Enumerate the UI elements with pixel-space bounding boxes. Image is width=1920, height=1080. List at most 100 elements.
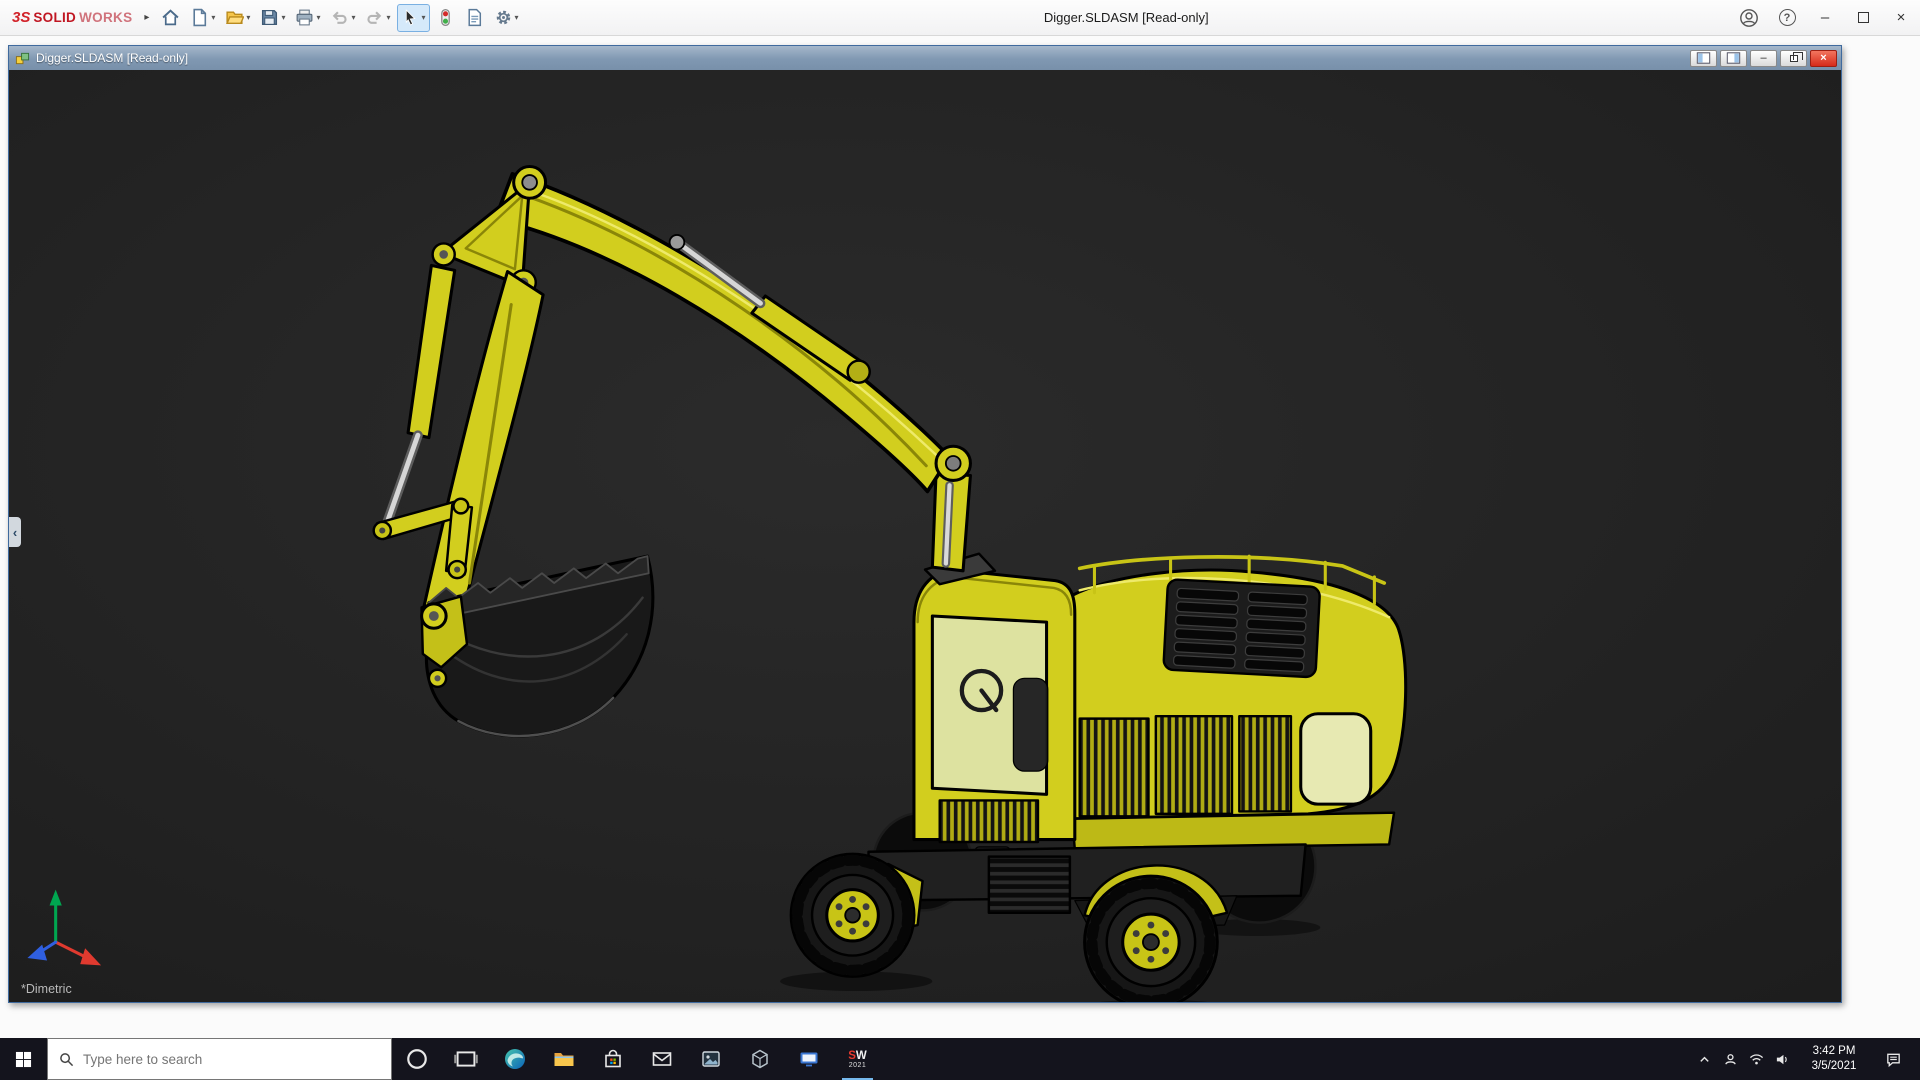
document-minimize-button[interactable]: – xyxy=(1750,49,1777,67)
window-title: Digger.SLDASM [Read-only] xyxy=(1043,10,1209,25)
redo-icon xyxy=(367,11,382,24)
view-orientation-label: *Dimetric xyxy=(21,982,72,996)
file-properties-button[interactable] xyxy=(461,4,488,32)
photos-icon xyxy=(701,1051,720,1067)
maximize-button[interactable] xyxy=(1844,0,1882,36)
windows-taskbar: SW 2021 3:42 PM 3/5/2021 xyxy=(0,1038,1920,1080)
solidworks-taskbar-icon: SW xyxy=(848,1049,867,1062)
clock-time: 3:42 PM xyxy=(1812,1045,1856,1058)
brand-name-works: WORKS xyxy=(79,10,133,25)
movies-tv-icon xyxy=(800,1052,817,1067)
document-restore-button[interactable] xyxy=(1780,49,1807,67)
dropdown-arrow[interactable]: ▾ xyxy=(515,13,519,22)
rear-window xyxy=(1299,712,1373,806)
document-close-button[interactable]: × xyxy=(1810,49,1837,67)
dropdown-arrow[interactable]: ▾ xyxy=(281,13,285,22)
app-titlebar: 3S SOLID WORKS ▸ ▾ ▾ ▾ ▾ ▾ ▾ ▾ ▾ Digger.… xyxy=(0,0,1920,36)
quick-access-toolbar: ▾ ▾ ▾ ▾ ▾ ▾ ▾ ▾ xyxy=(157,3,523,32)
select-cursor-icon xyxy=(405,9,416,26)
select-tool-button[interactable]: ▾ xyxy=(396,3,430,32)
document-title: Digger.SLDASM [Read-only] xyxy=(36,51,189,65)
3d-viewer-icon xyxy=(751,1049,768,1069)
clock-date: 3/5/2021 xyxy=(1811,1060,1857,1072)
mail-icon xyxy=(652,1052,671,1066)
home-button[interactable] xyxy=(157,4,184,32)
new-document-button[interactable]: ▾ xyxy=(186,4,219,32)
taskbar-item-mail[interactable] xyxy=(637,1038,686,1080)
rear-wheel[interactable] xyxy=(1083,874,1219,1002)
speaker-icon xyxy=(1776,1054,1787,1064)
taskbar-clock[interactable]: 3:42 PM 3/5/2021 xyxy=(1795,1044,1873,1074)
split-view-right-icon xyxy=(1726,52,1741,64)
rebuild-traffic-light-icon xyxy=(440,8,450,27)
print-icon xyxy=(297,9,313,26)
solidworks-logo: 3S SOLID WORKS xyxy=(8,9,136,26)
file-properties-icon xyxy=(467,8,481,27)
seat xyxy=(1012,677,1049,772)
dropdown-arrow[interactable]: ▾ xyxy=(386,13,390,22)
taskbar-search[interactable] xyxy=(47,1038,392,1080)
undo-icon xyxy=(333,11,348,24)
people-icon xyxy=(1724,1053,1736,1065)
print-button[interactable]: ▾ xyxy=(291,4,324,32)
undo-button[interactable]: ▾ xyxy=(326,4,359,32)
3ds-logo-icon: 3S xyxy=(12,9,31,26)
feature-manager-collapse-tab[interactable]: ‹ xyxy=(9,517,21,548)
taskbar-item-cortana[interactable] xyxy=(392,1038,441,1080)
rebuild-button[interactable] xyxy=(432,4,459,32)
dropdown-arrow[interactable]: ▾ xyxy=(246,13,250,22)
taskbar-item-task-view[interactable] xyxy=(441,1038,490,1080)
cab[interactable] xyxy=(912,552,1077,866)
microsoft-store-icon xyxy=(604,1049,621,1068)
home-icon xyxy=(162,9,179,26)
taskbar-item-edge[interactable] xyxy=(490,1038,539,1080)
system-tray: 3:42 PM 3/5/2021 xyxy=(1691,1038,1920,1080)
save-icon xyxy=(262,9,278,26)
dropdown-arrow[interactable]: ▾ xyxy=(351,13,355,22)
action-center-button[interactable] xyxy=(1873,1038,1913,1080)
taskbar-item-photos[interactable] xyxy=(686,1038,735,1080)
account-icon xyxy=(1740,8,1758,27)
network-tray-button[interactable] xyxy=(1743,1038,1769,1080)
hidden-icons-button[interactable] xyxy=(1691,1038,1717,1080)
graphics-viewport[interactable]: ‹ *Dimetric xyxy=(9,70,1841,1002)
taskbar-item-3d-viewer[interactable] xyxy=(735,1038,784,1080)
open-button[interactable]: ▾ xyxy=(221,4,254,32)
dropdown-arrow[interactable]: ▾ xyxy=(422,13,426,22)
dropdown-arrow[interactable]: ▾ xyxy=(316,13,320,22)
account-button[interactable] xyxy=(1730,0,1768,36)
redo-button[interactable]: ▾ xyxy=(361,4,394,32)
document-titlebar[interactable]: Digger.SLDASM [Read-only] – × xyxy=(9,46,1841,70)
split-view-right-button[interactable] xyxy=(1720,49,1747,67)
gear-icon xyxy=(496,10,510,25)
close-button[interactable]: × xyxy=(1882,0,1920,36)
minimize-button[interactable]: – xyxy=(1806,0,1844,36)
search-input[interactable] xyxy=(83,1051,380,1067)
upper-body[interactable] xyxy=(1070,554,1408,851)
task-view-icon xyxy=(453,1051,478,1067)
split-view-left-icon xyxy=(1696,52,1711,64)
split-view-left-button[interactable] xyxy=(1690,49,1717,67)
help-button[interactable]: ? xyxy=(1768,0,1806,36)
windows-logo-icon xyxy=(15,1051,32,1067)
options-button[interactable]: ▾ xyxy=(490,4,523,32)
taskbar-item-microsoft-store[interactable] xyxy=(588,1038,637,1080)
document-window: Digger.SLDASM [Read-only] – × ‹ *Dimetri… xyxy=(8,45,1842,1003)
start-button[interactable] xyxy=(0,1038,47,1080)
document-window-controls: – × xyxy=(1687,49,1837,67)
taskbar-item-file-explorer[interactable] xyxy=(539,1038,588,1080)
people-tray-button[interactable] xyxy=(1717,1038,1743,1080)
volume-tray-button[interactable] xyxy=(1769,1038,1795,1080)
menu-flyout-arrow[interactable]: ▸ xyxy=(136,12,157,23)
solidworks-app: 3S SOLID WORKS ▸ ▾ ▾ ▾ ▾ ▾ ▾ ▾ ▾ Digger.… xyxy=(0,0,1920,1080)
save-button[interactable]: ▾ xyxy=(256,4,289,32)
workspace: Digger.SLDASM [Read-only] – × ‹ *Dimetri… xyxy=(0,36,1920,1038)
assembly-document-icon xyxy=(15,51,36,66)
maximize-icon xyxy=(1857,12,1869,23)
cortana-icon xyxy=(406,1049,427,1069)
taskbar-item-solidworks[interactable]: SW 2021 xyxy=(833,1038,882,1080)
solidworks-year-label: 2021 xyxy=(848,1061,867,1069)
dropdown-arrow[interactable]: ▾ xyxy=(211,13,215,22)
front-wheel[interactable] xyxy=(789,852,916,978)
taskbar-item-movies-tv[interactable] xyxy=(784,1038,833,1080)
